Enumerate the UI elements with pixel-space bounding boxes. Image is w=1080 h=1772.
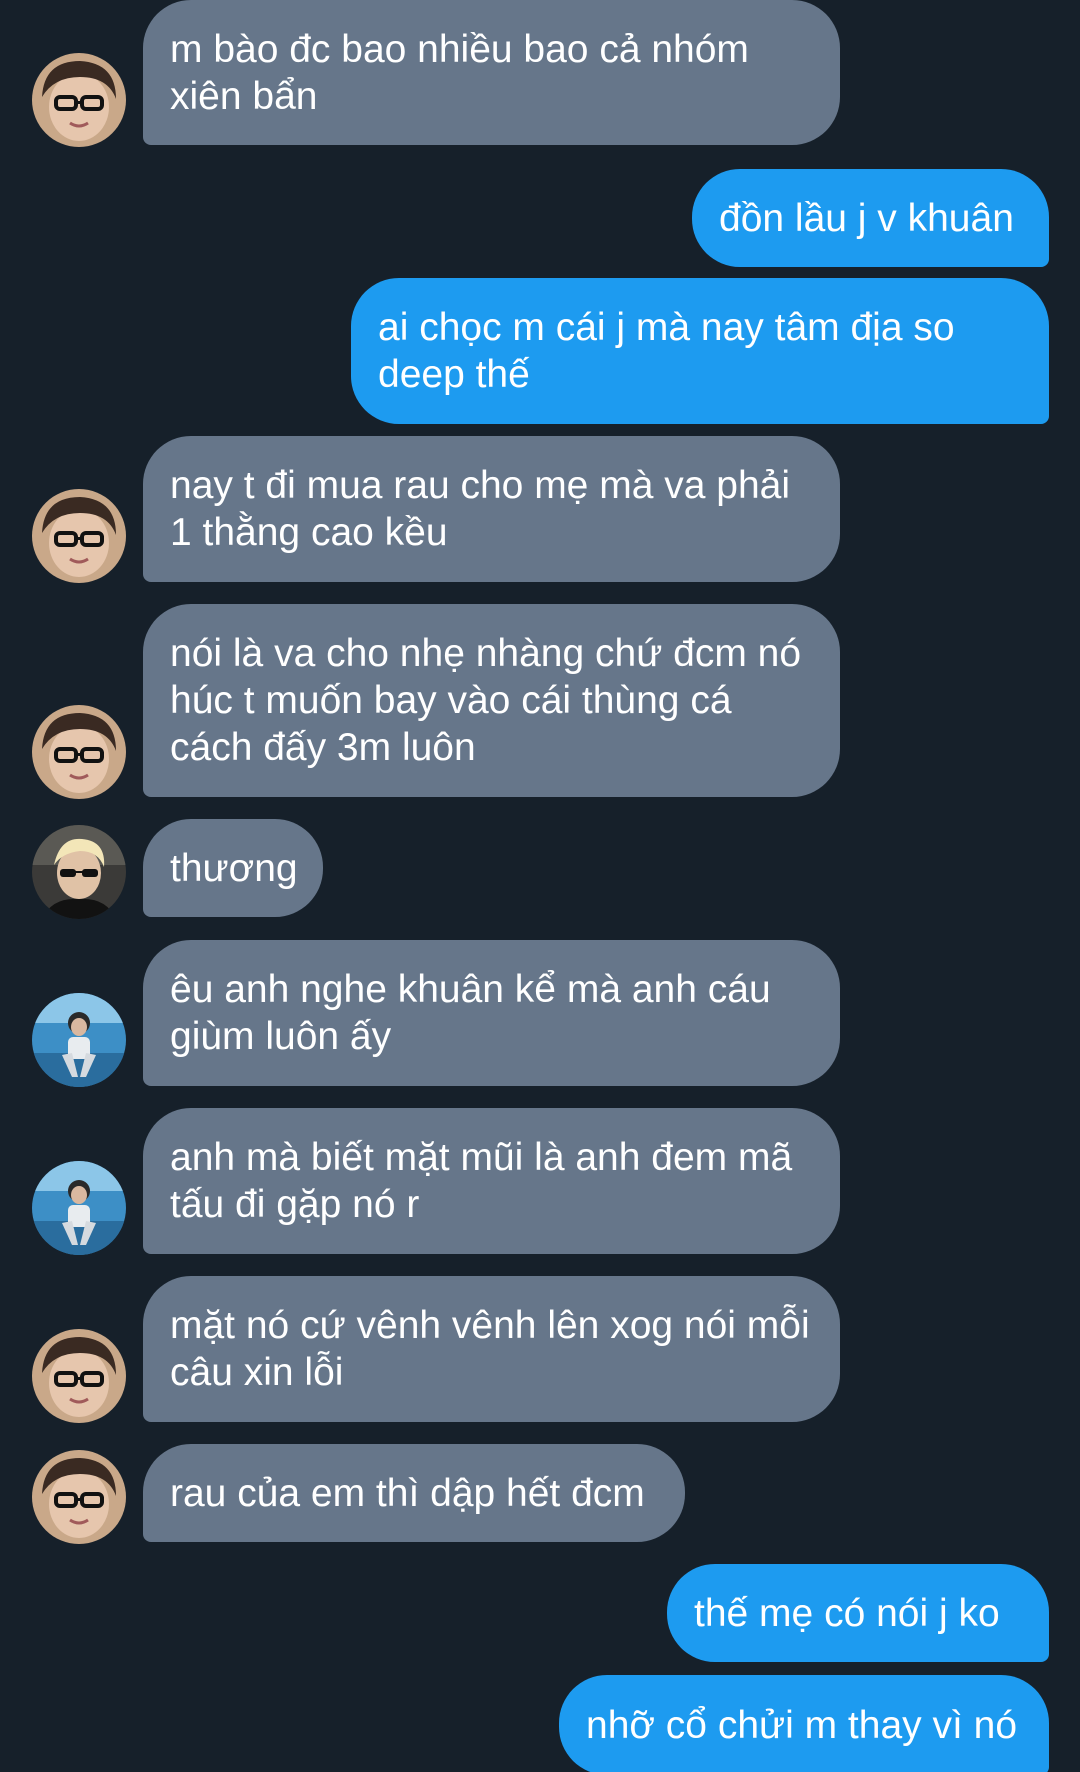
message-bubble[interactable]: m bào đc bao nhiều bao cả nhóm xiên bẩn <box>143 0 840 145</box>
message-bubble[interactable]: đồn lầu j v khuân <box>692 169 1049 267</box>
avatar-sitting-icon[interactable] <box>32 1161 126 1255</box>
message-bubble[interactable]: thế mẹ có nói j ko <box>667 1564 1049 1662</box>
message-bubble[interactable]: anh mà biết mặt mũi là anh đem mã tấu đi… <box>143 1108 840 1254</box>
message-bubble[interactable]: êu anh nghe khuân kể mà anh cáu giùm luô… <box>143 940 840 1086</box>
chat-thread: m bào đc bao nhiều bao cả nhóm xiên bẩn đ… <box>0 0 1080 1772</box>
message-bubble[interactable]: mặt nó cứ vênh vênh lên xog nói mỗi câu … <box>143 1276 840 1422</box>
avatar-glasses-icon[interactable] <box>32 53 126 147</box>
message-bubble[interactable]: ai chọc m cái j mà nay tâm địa so deep t… <box>351 278 1049 424</box>
message-bubble[interactable]: nay t đi mua rau cho mẹ mà va phải 1 thằ… <box>143 436 840 582</box>
avatar-glasses-icon[interactable] <box>32 489 126 583</box>
message-bubble[interactable]: thương <box>143 819 323 917</box>
avatar-glasses-icon[interactable] <box>32 1329 126 1423</box>
avatar-blonde-icon[interactable] <box>32 825 126 919</box>
message-bubble[interactable]: rau của em thì dập hết đcm <box>143 1444 685 1542</box>
message-bubble[interactable]: nhỡ cổ chửi m thay vì nó <box>559 1675 1049 1772</box>
message-bubble[interactable]: nói là va cho nhẹ nhàng chứ đcm nó húc t… <box>143 604 840 797</box>
avatar-glasses-icon[interactable] <box>32 1450 126 1544</box>
avatar-glasses-icon[interactable] <box>32 705 126 799</box>
avatar-sitting-icon[interactable] <box>32 993 126 1087</box>
